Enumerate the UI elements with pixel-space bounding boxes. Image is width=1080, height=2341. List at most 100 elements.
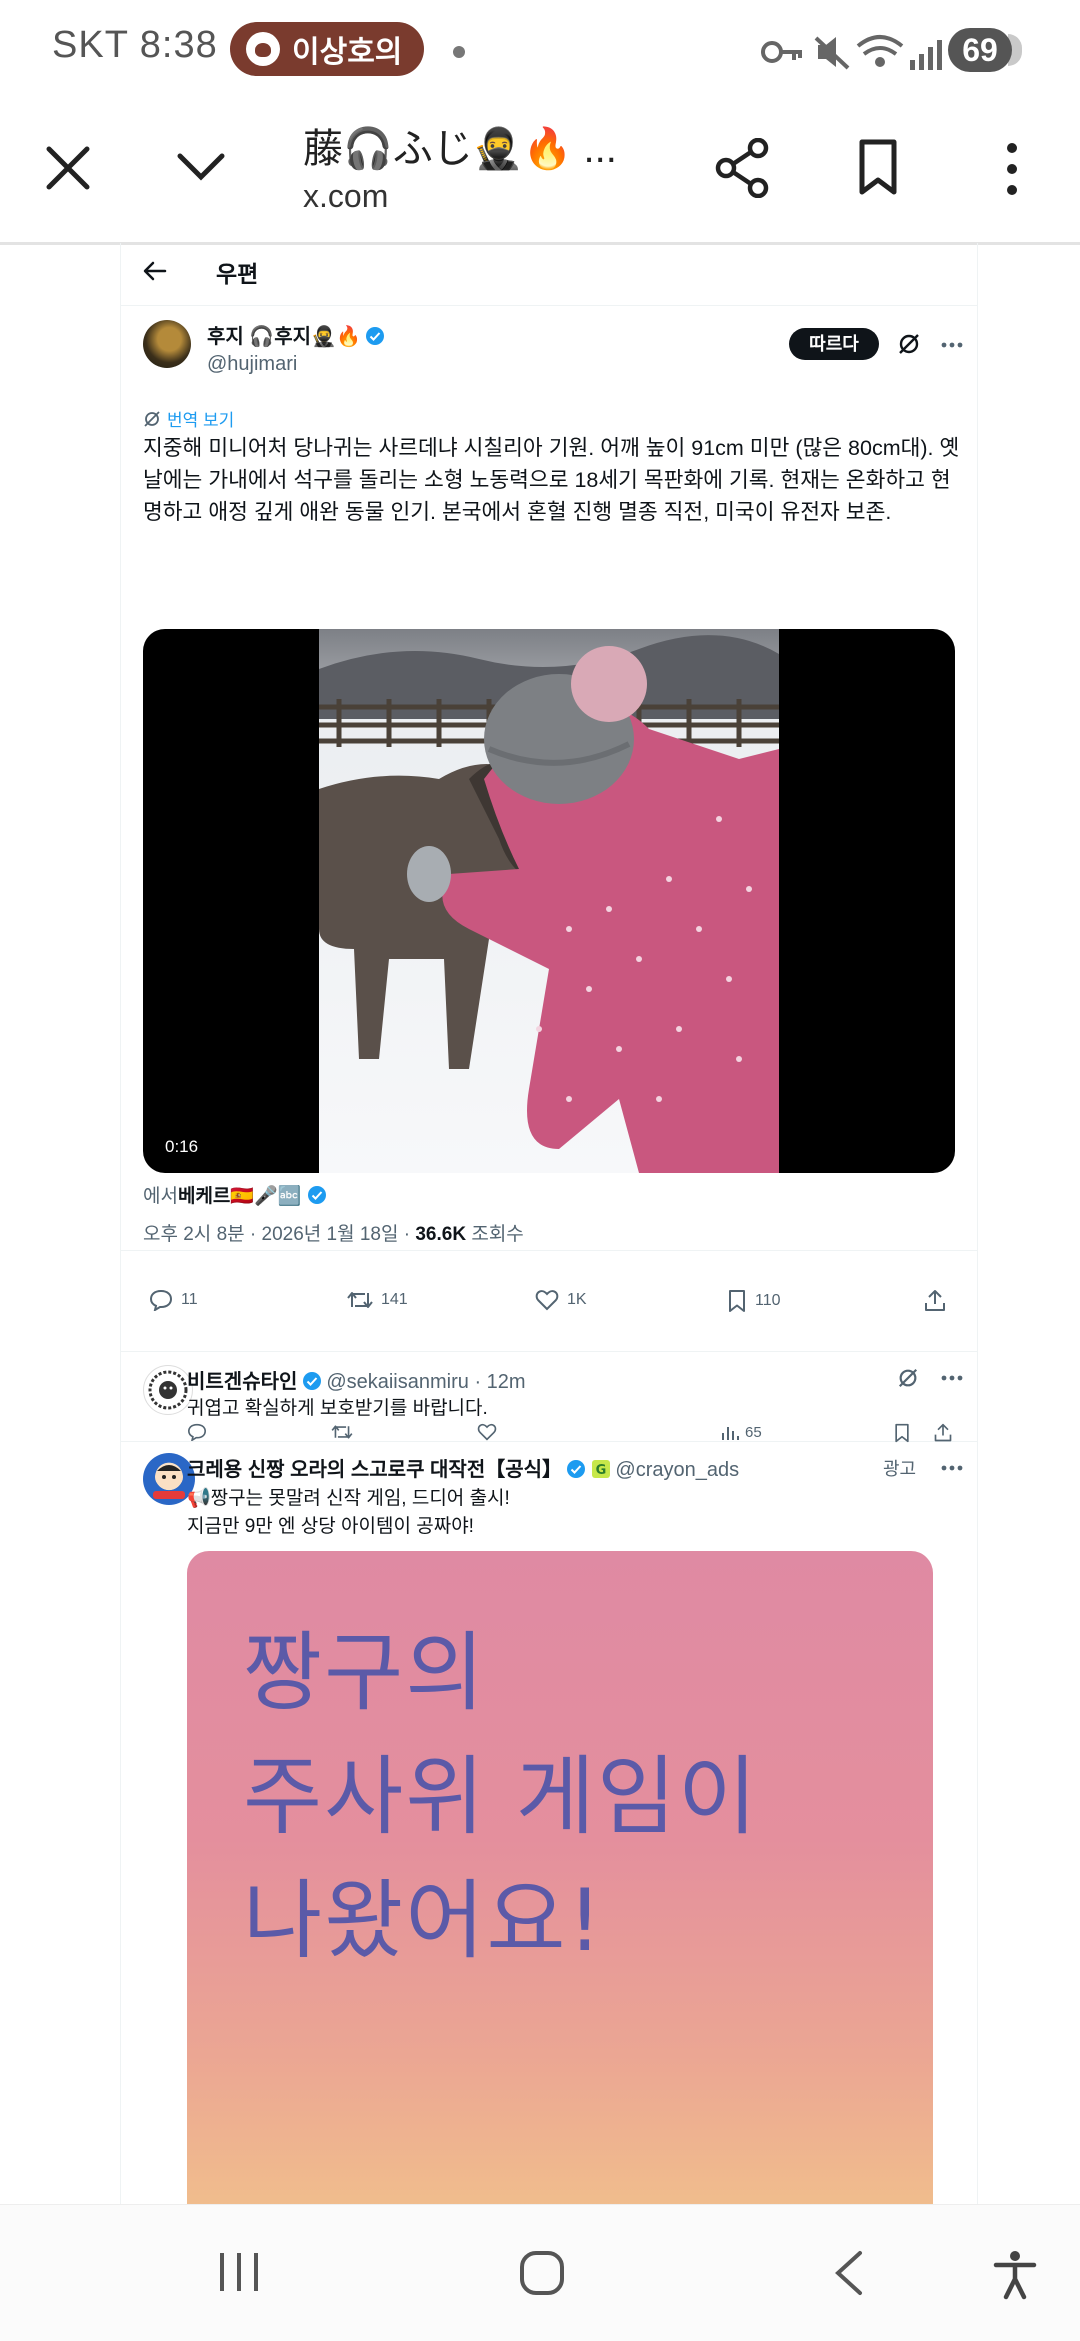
bookmark-button[interactable]: 110 xyxy=(727,1289,781,1313)
video-duration: 0:16 xyxy=(165,1137,199,1156)
reply-avatar[interactable] xyxy=(143,1365,193,1415)
video-player[interactable]: 0:16 xyxy=(143,629,955,1173)
author-avatar[interactable] xyxy=(143,320,191,368)
share-icon[interactable] xyxy=(933,1423,953,1443)
share-icon[interactable] xyxy=(923,1289,947,1313)
more-horizontal-icon[interactable] xyxy=(941,342,963,348)
post-timestamp[interactable]: 오후 2시 8분 · 2026년 1월 18일 · xyxy=(143,1224,410,1245)
reply-icon xyxy=(187,1423,207,1441)
author-handle[interactable]: @hujimari xyxy=(207,353,385,376)
reply-button[interactable]: 11 xyxy=(149,1289,198,1311)
follow-button[interactable]: 따르다 xyxy=(789,328,879,360)
bookmark-count: 110 xyxy=(755,1292,781,1309)
status-time: SKT 8:38 xyxy=(52,24,218,67)
ad-label: 광고 xyxy=(883,1459,917,1479)
ad-author-handle[interactable]: @crayon_ads xyxy=(615,1459,739,1481)
bookmark-icon xyxy=(729,1290,745,1312)
post-text: 지중해 미니어처 당나귀는 사르데냐 시칠리아 기원. 어깨 높이 91cm 미… xyxy=(143,436,960,524)
author-block[interactable]: 후지 🎧후지🥷🔥 @hujimari xyxy=(207,320,385,376)
repost-icon xyxy=(347,1292,373,1308)
share-icon[interactable] xyxy=(714,138,770,198)
page-title: 藤🎧ふじ🥷🔥 ... xyxy=(303,127,617,171)
ad-headline-line-2: 주사위 게임이 xyxy=(243,1747,760,1847)
affiliate-badge-icon: G xyxy=(591,1460,610,1478)
reply-icon xyxy=(149,1289,173,1311)
video-frame xyxy=(319,629,779,1173)
reply-views-button[interactable]: 65 xyxy=(721,1423,762,1441)
heart-icon xyxy=(535,1290,559,1311)
post-actions: 11 141 1K 110 xyxy=(121,1250,977,1352)
reply-reply-button[interactable] xyxy=(187,1423,207,1441)
timeline-column: 우편 후지 🎧후지🥷🔥 @hujimari 따르다 번역 보기 지중해 미니어처… xyxy=(120,243,978,2205)
accessibility-icon[interactable] xyxy=(992,2249,1038,2301)
ad-headline-line-3: 나왔어요! xyxy=(243,1871,604,1971)
reply-repost-button[interactable] xyxy=(331,1423,353,1441)
source-name[interactable]: 베케르🇪🇸🎤🔤 xyxy=(178,1186,301,1207)
reply-author-name[interactable]: 비트겐슈타인 xyxy=(187,1371,297,1393)
recent-apps-icon[interactable] xyxy=(216,2249,262,2295)
back-arrow-icon[interactable] xyxy=(143,259,167,283)
translate-link[interactable]: 번역 보기 xyxy=(143,406,234,431)
translate-icon xyxy=(144,410,160,427)
more-horizontal-icon[interactable] xyxy=(941,1465,963,1471)
back-icon[interactable] xyxy=(830,2249,866,2297)
ad-image[interactable]: 짱구의 주사위 게임이 나왔어요! xyxy=(187,1551,933,2205)
views-label: 조회수 xyxy=(471,1224,524,1245)
header-row: 우편 xyxy=(121,243,977,303)
reply-post[interactable]: 비트겐슈타인 @sekaiisanmiru · 12m 귀엽고 확실하게 보호받… xyxy=(121,1353,977,1443)
ad-text-line-1: 📢짱구는 못말려 신작 게임, 드디어 출시! xyxy=(187,1488,510,1509)
pill-label: 이상호의 xyxy=(292,36,403,69)
home-icon[interactable] xyxy=(518,2249,566,2297)
ad-text-line-2: 지금만 9만 엔 상당 아이템이 공짜야! xyxy=(187,1516,474,1537)
signal-icon xyxy=(910,40,942,70)
reply-like-button[interactable] xyxy=(477,1423,497,1441)
like-button[interactable]: 1K xyxy=(535,1289,587,1311)
key-icon xyxy=(761,41,802,63)
bookmark-icon[interactable] xyxy=(893,1423,911,1443)
more-vertical-icon[interactable] xyxy=(1002,140,1022,198)
header-title: 우편 xyxy=(216,261,259,287)
verified-badge-icon xyxy=(567,1460,586,1478)
verified-badge-icon xyxy=(307,1186,326,1204)
repost-count: 141 xyxy=(381,1291,408,1308)
translate-label: 번역 보기 xyxy=(167,411,235,430)
verified-badge-icon xyxy=(366,327,385,345)
carrier-label: SKT xyxy=(52,24,129,66)
ad-headline-line-1: 짱구의 xyxy=(243,1623,487,1723)
system-status-icons xyxy=(761,35,942,70)
wifi-icon xyxy=(856,35,904,67)
chevron-down-icon[interactable] xyxy=(176,152,226,182)
system-navigation-bar xyxy=(0,2204,1080,2341)
bookmark-icon[interactable] xyxy=(858,138,898,198)
status-bar: SKT 8:38 이상호의 69 xyxy=(0,0,1080,100)
source-prefix: 에서 xyxy=(143,1186,178,1207)
more-horizontal-icon[interactable] xyxy=(941,1375,963,1381)
views-count: 36.6K xyxy=(415,1224,467,1245)
analytics-icon xyxy=(722,1427,739,1440)
browser-toolbar: 藤🎧ふじ🥷🔥 ... x.com xyxy=(0,100,1080,245)
page-url[interactable]: x.com xyxy=(303,178,388,215)
ad-image-headline: 짱구의 주사위 게임이 나왔어요! xyxy=(243,1611,759,1983)
reply-author-handle[interactable]: @sekaiisanmiru · 12m xyxy=(326,1371,525,1393)
reply-views-count: 65 xyxy=(745,1423,762,1441)
battery-indicator: 69 xyxy=(948,28,1022,72)
verified-badge-icon xyxy=(302,1372,321,1390)
grok-icon[interactable] xyxy=(897,1367,919,1389)
reply-text: 귀엽고 확실하게 보호받기를 바랍니다. xyxy=(187,1398,488,1419)
promoted-post[interactable]: 크레용 신짱 오라의 스고로쿠 대작전【공식】 G @crayon_ads 광고… xyxy=(121,1443,977,2205)
close-icon[interactable] xyxy=(45,145,91,191)
pill-avatar-icon xyxy=(246,32,280,66)
lion-emblem-icon xyxy=(148,1370,188,1410)
svg-text:G: G xyxy=(596,1463,607,1478)
repost-button[interactable]: 141 xyxy=(347,1289,408,1311)
ad-author-name[interactable]: 크레용 신짱 오라의 스고로쿠 대작전【공식】 xyxy=(187,1459,562,1481)
author-name[interactable]: 후지 🎧후지🥷🔥 xyxy=(207,326,361,348)
mute-icon xyxy=(814,36,850,70)
notification-pill[interactable]: 이상호의 xyxy=(230,22,424,76)
post-meta: 오후 2시 8분 · 2026년 1월 18일 · 36.6K 조회수 xyxy=(143,1219,524,1246)
clock: 8:38 xyxy=(139,24,218,66)
notification-dot-icon xyxy=(453,46,465,58)
video-source[interactable]: 에서베케르🇪🇸🎤🔤 xyxy=(143,1181,327,1208)
repost-icon xyxy=(331,1425,353,1439)
grok-icon[interactable] xyxy=(897,332,921,356)
